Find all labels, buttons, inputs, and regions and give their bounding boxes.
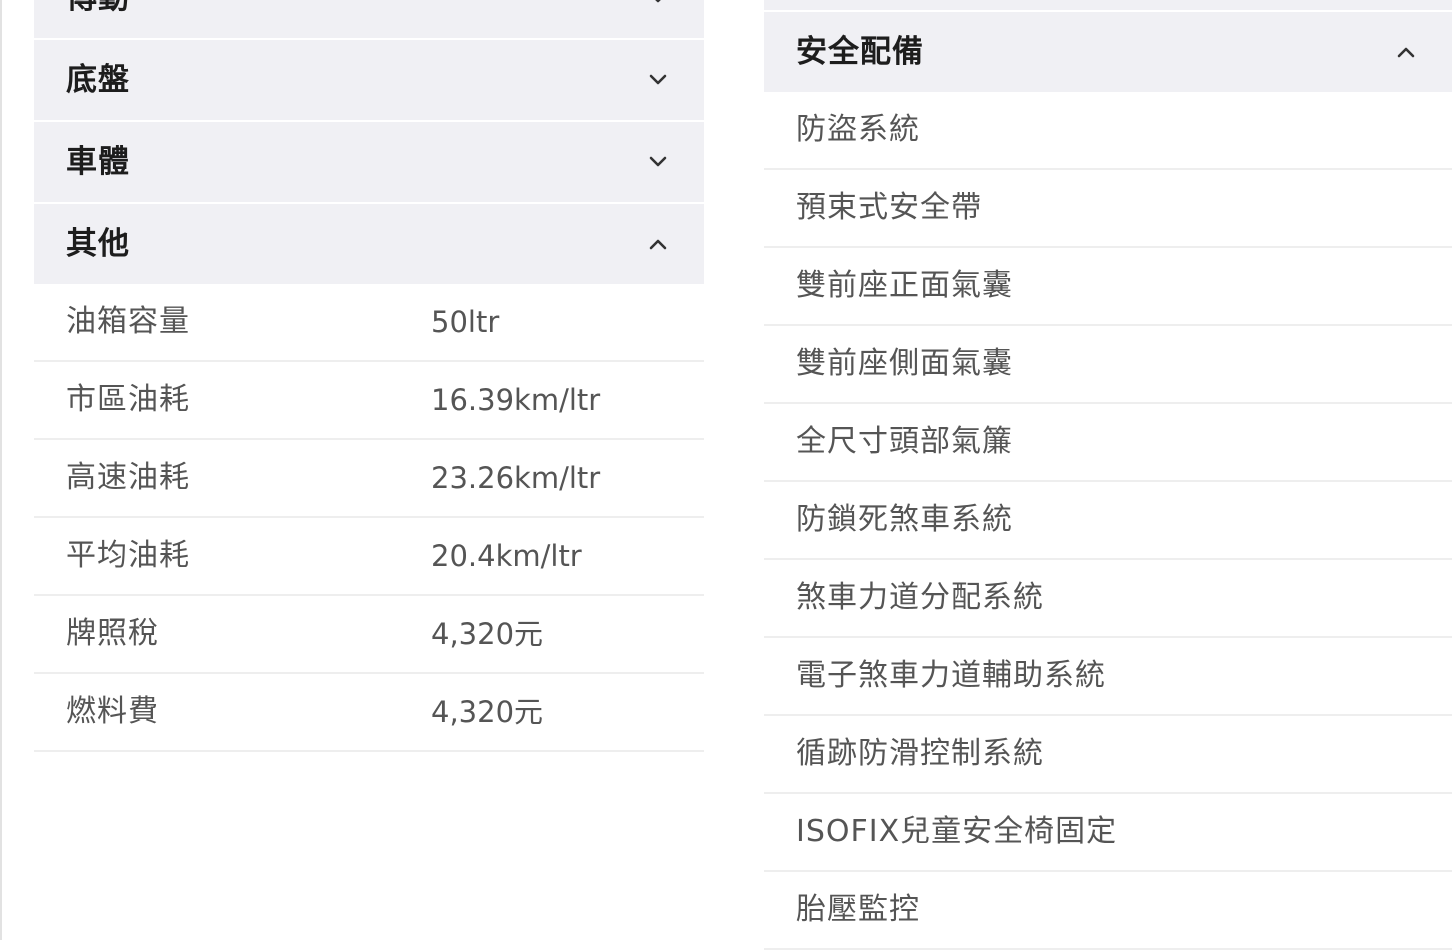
chevron-down-icon (648, 152, 668, 172)
section-title: 底盤 (66, 62, 130, 98)
chevron-up-icon (648, 234, 668, 254)
section-header-chassis[interactable]: 底盤 (34, 40, 704, 120)
section-title: 其他 (66, 226, 130, 262)
feature-row: 循跡防滑控制系統 (764, 716, 1452, 794)
feature-label: 預束式安全帶 (796, 190, 982, 225)
feature-row: 防盜系統 (764, 92, 1452, 170)
chevron-down-icon (648, 0, 668, 8)
section-title: 車體 (66, 144, 130, 180)
section-header-body[interactable]: 車體 (34, 122, 704, 202)
section-header-other[interactable]: 其他 (34, 204, 704, 284)
feature-label: 防盜系統 (796, 112, 920, 147)
spec-row: 平均油耗 20.4km/ltr (34, 518, 704, 596)
spec-value: 4,320元 (431, 617, 544, 651)
spec-row: 油箱容量 50ltr (34, 284, 704, 362)
feature-row: 雙前座側面氣囊 (764, 326, 1452, 404)
section-header-safety[interactable]: 安全配備 (764, 12, 1452, 92)
spec-label: 牌照稅 (66, 616, 159, 651)
section-title: 安全配備 (796, 34, 924, 70)
chevron-down-icon (648, 70, 668, 90)
spec-label: 燃料費 (66, 694, 159, 729)
feature-row: 胎壓監控 (764, 872, 1452, 950)
previous-section-header-edge (764, 0, 1452, 12)
page-left-border (0, 0, 2, 940)
feature-label: 全尺寸頭部氣簾 (796, 424, 1013, 459)
feature-label: 循跡防滑控制系統 (796, 736, 1044, 771)
feature-row: 煞車力道分配系統 (764, 560, 1452, 638)
feature-row: ISOFIX兒童安全椅固定 (764, 794, 1452, 872)
spec-row: 燃料費 4,320元 (34, 674, 704, 752)
feature-row: 防鎖死煞車系統 (764, 482, 1452, 560)
spec-label: 市區油耗 (66, 382, 190, 417)
spec-label: 高速油耗 (66, 460, 190, 495)
spec-label: 油箱容量 (66, 304, 190, 339)
spec-value: 4,320元 (431, 695, 544, 729)
feature-row: 預束式安全帶 (764, 170, 1452, 248)
feature-label: 雙前座側面氣囊 (796, 346, 1013, 381)
spec-value: 23.26km/ltr (431, 461, 601, 495)
feature-row: 全尺寸頭部氣簾 (764, 404, 1452, 482)
spec-row: 市區油耗 16.39km/ltr (34, 362, 704, 440)
chevron-up-icon (1396, 42, 1416, 62)
spec-value: 16.39km/ltr (431, 383, 601, 417)
spec-value: 20.4km/ltr (431, 539, 582, 573)
spec-row: 高速油耗 23.26km/ltr (34, 440, 704, 518)
feature-row: 電子煞車力道輔助系統 (764, 638, 1452, 716)
section-header-transmission[interactable]: 傳動 (34, 0, 704, 38)
spec-value: 50ltr (431, 305, 500, 339)
feature-label: 雙前座正面氣囊 (796, 268, 1013, 303)
feature-label: 防鎖死煞車系統 (796, 502, 1013, 537)
feature-label: ISOFIX兒童安全椅固定 (796, 814, 1118, 849)
feature-label: 煞車力道分配系統 (796, 580, 1044, 615)
section-title: 傳動 (66, 0, 130, 38)
spec-row: 牌照稅 4,320元 (34, 596, 704, 674)
feature-label: 電子煞車力道輔助系統 (796, 658, 1106, 693)
feature-label: 胎壓監控 (796, 892, 920, 927)
feature-row: 雙前座正面氣囊 (764, 248, 1452, 326)
spec-label: 平均油耗 (66, 538, 190, 573)
